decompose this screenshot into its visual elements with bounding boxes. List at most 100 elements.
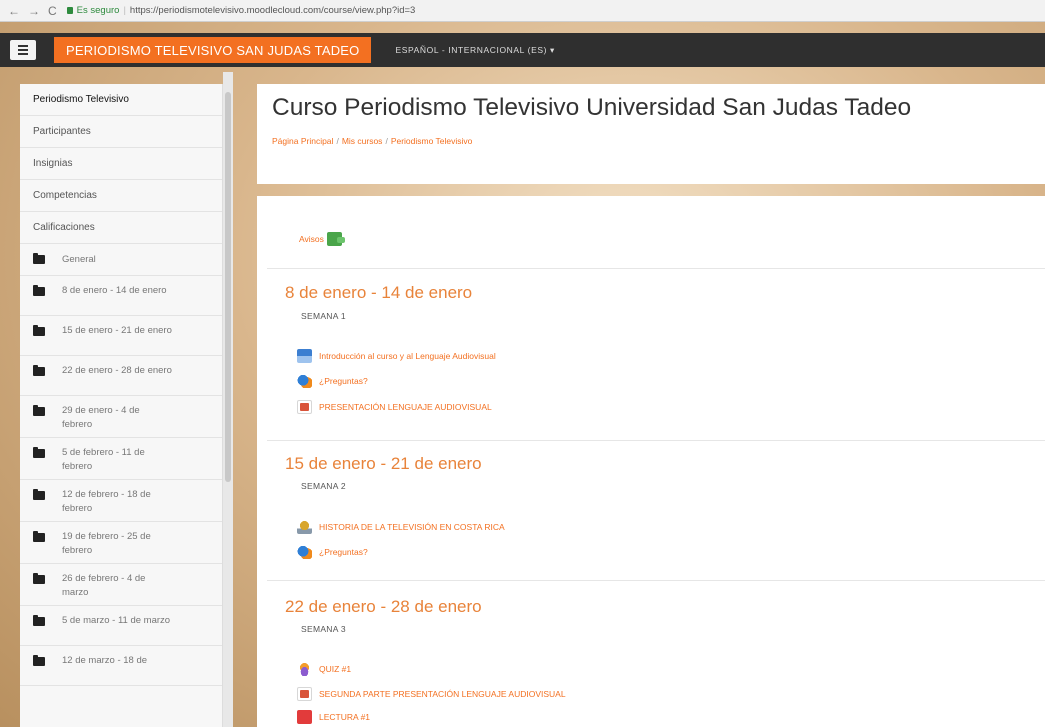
sidebar-week-item[interactable]: 12 de febrero - 18 de febrero (20, 480, 222, 522)
quiz-icon (297, 662, 312, 676)
course-content: Avisos 8 de enero - 14 de enero SEMANA 1… (257, 196, 1045, 727)
activity-link[interactable]: SEGUNDA PARTE PRESENTACIÓN LENGUAJE AUDI… (297, 687, 566, 701)
breadcrumb-separator: / (336, 136, 339, 146)
activity-label: LECTURA #1 (319, 712, 371, 722)
breadcrumb-my-courses-link[interactable]: Mis cursos (342, 136, 383, 146)
folder-icon (33, 489, 45, 500)
course-header: Curso Periodismo Televisivo Universidad … (257, 84, 1045, 184)
secure-label: Es seguro (76, 5, 120, 16)
hamburger-icon-bar (18, 53, 28, 55)
browser-nav: ← → C (0, 4, 57, 18)
sidebar-week-item[interactable]: 26 de febrero - 4 de marzo (20, 564, 222, 606)
news-forum-link[interactable]: Avisos (297, 232, 345, 246)
sidebar-week-label: 22 de enero - 28 de enero (62, 365, 172, 376)
sidebar-item-grades[interactable]: Calificaciones (20, 212, 222, 244)
sidebar-week-item[interactable]: 19 de febrero - 25 de febrero (20, 522, 222, 564)
sidebar-week-label: 19 de febrero - 25 de febrero (62, 531, 151, 556)
sidebar-item-participants[interactable]: Participantes (20, 116, 222, 148)
chat-icon (297, 374, 312, 388)
sidebar-week-item[interactable]: 5 de marzo - 11 de marzo (20, 606, 222, 646)
folder-icon (33, 253, 45, 264)
section-title[interactable]: 15 de enero - 21 de enero (285, 454, 482, 474)
breadcrumb: Página Principal / Mis cursos / Periodismo T… (272, 136, 472, 146)
section-subtitle: SEMANA 2 (301, 481, 346, 491)
activity-link[interactable]: LECTURA #1 (297, 710, 370, 724)
activity-label: ¿Preguntas? (319, 547, 368, 557)
sidebar-week-label: 5 de febrero - 11 de febrero (62, 447, 145, 472)
sidebar-week-item[interactable]: 12 de marzo - 18 de (20, 646, 222, 686)
address-bar[interactable]: Es seguro | https://periodismotelevisivo… (66, 5, 415, 16)
pdf-icon (297, 710, 312, 724)
forum-icon (327, 232, 345, 246)
resource-icon (297, 687, 312, 701)
folder-icon (33, 365, 45, 376)
activity-label: QUIZ #1 (319, 664, 352, 674)
lesson-icon (297, 349, 312, 363)
news-forum-label: Avisos (299, 234, 324, 244)
activity-label: Introducción al curso y al Lenguaje Audi… (319, 351, 496, 361)
browser-toolbar: ← → C Es seguro | https://periodismotele… (0, 0, 1045, 22)
activity-link[interactable]: ¿Preguntas? (297, 545, 368, 559)
activity-label: ¿Preguntas? (319, 376, 368, 386)
course-section: 15 de enero - 21 de enero SEMANA 2 HISTO… (267, 440, 1045, 580)
breadcrumb-home-link[interactable]: Página Principal (272, 136, 333, 146)
section-subtitle: SEMANA 3 (301, 624, 346, 634)
sidebar-week-label: 12 de marzo - 18 de (62, 655, 148, 666)
page-title: Curso Periodismo Televisivo Universidad … (272, 94, 912, 121)
folder-icon (33, 655, 45, 666)
activity-link[interactable]: QUIZ #1 (297, 662, 351, 676)
sidebar-week-label: 8 de enero - 14 de enero (62, 285, 167, 296)
sidebar-week-item[interactable]: 8 de enero - 14 de enero (20, 276, 222, 316)
section-subtitle: SEMANA 1 (301, 311, 346, 321)
chat-icon (297, 545, 312, 559)
sidebar-scrollbar[interactable] (223, 72, 233, 727)
sidebar-week-item[interactable]: 29 de enero - 4 de febrero (20, 396, 222, 438)
sidebar-item-competencies[interactable]: Competencias (20, 180, 222, 212)
sidebar-week-label: 15 de enero - 21 de enero (62, 325, 172, 336)
resource-icon (297, 400, 312, 414)
activity-label: HISTORIA DE LA TELEVISIÓN EN COSTA RICA (319, 522, 505, 532)
forward-icon[interactable]: → (28, 4, 40, 18)
reload-icon[interactable]: C (48, 4, 57, 18)
section-title[interactable]: 22 de enero - 28 de enero (285, 597, 482, 617)
folder-icon (33, 325, 45, 336)
folder-icon (33, 285, 45, 296)
lock-icon (66, 7, 73, 14)
course-section: 8 de enero - 14 de enero SEMANA 1 Introd… (267, 268, 1045, 440)
book-icon (297, 520, 312, 534)
activity-link[interactable]: Introducción al curso y al Lenguaje Audi… (297, 349, 496, 363)
hamburger-icon-bar (18, 45, 28, 47)
url-text[interactable]: https://periodismotelevisivo.moodlecloud… (130, 5, 415, 16)
course-section: 22 de enero - 28 de enero SEMANA 3 QUIZ … (267, 580, 1045, 727)
scrollbar-thumb[interactable] (225, 92, 231, 482)
sidebar-week-label: 26 de febrero - 4 de marzo (62, 573, 146, 598)
sidebar-week-label: 12 de febrero - 18 de febrero (62, 489, 151, 514)
activity-link[interactable]: HISTORIA DE LA TELEVISIÓN EN COSTA RICA (297, 520, 505, 534)
sidebar-nav: Periodismo Televisivo Participantes Insi… (20, 84, 223, 727)
back-icon[interactable]: ← (8, 4, 20, 18)
sidebar-week-item[interactable]: 5 de febrero - 11 de febrero (20, 438, 222, 480)
sidebar-week-item[interactable]: General (20, 244, 222, 276)
activity-link[interactable]: PRESENTACIÓN LENGUAJE AUDIOVISUAL (297, 400, 492, 414)
address-separator: | (123, 5, 126, 16)
sidebar-item-course[interactable]: Periodismo Televisivo (20, 84, 222, 116)
sidebar-week-label: 5 de marzo - 11 de marzo (62, 615, 171, 626)
sidebar-week-item[interactable]: 15 de enero - 21 de enero (20, 316, 222, 356)
sidebar-week-item[interactable]: 22 de enero - 28 de enero (20, 356, 222, 396)
breadcrumb-separator: / (385, 136, 388, 146)
activity-link[interactable]: ¿Preguntas? (297, 374, 368, 388)
activity-label: SEGUNDA PARTE PRESENTACIÓN LENGUAJE AUDI… (319, 689, 566, 699)
sidebar-item-badges[interactable]: Insignias (20, 148, 222, 180)
activity-label: PRESENTACIÓN LENGUAJE AUDIOVISUAL (319, 402, 492, 412)
section-title[interactable]: 8 de enero - 14 de enero (285, 283, 472, 303)
hamburger-icon-bar (18, 49, 28, 51)
breadcrumb-course-link[interactable]: Periodismo Televisivo (391, 136, 473, 146)
folder-icon (33, 405, 45, 416)
folder-icon (33, 615, 45, 626)
hamburger-menu-button[interactable] (10, 40, 36, 60)
top-navbar: PERIODISMO TELEVISIVO SAN JUDAS TADEO ES… (0, 33, 1045, 67)
site-name-link[interactable]: PERIODISMO TELEVISIVO SAN JUDAS TADEO (54, 37, 372, 63)
folder-icon (33, 573, 45, 584)
language-menu[interactable]: ESPAÑOL - INTERNACIONAL (ES) ▾ (395, 45, 554, 56)
folder-icon (33, 531, 45, 542)
